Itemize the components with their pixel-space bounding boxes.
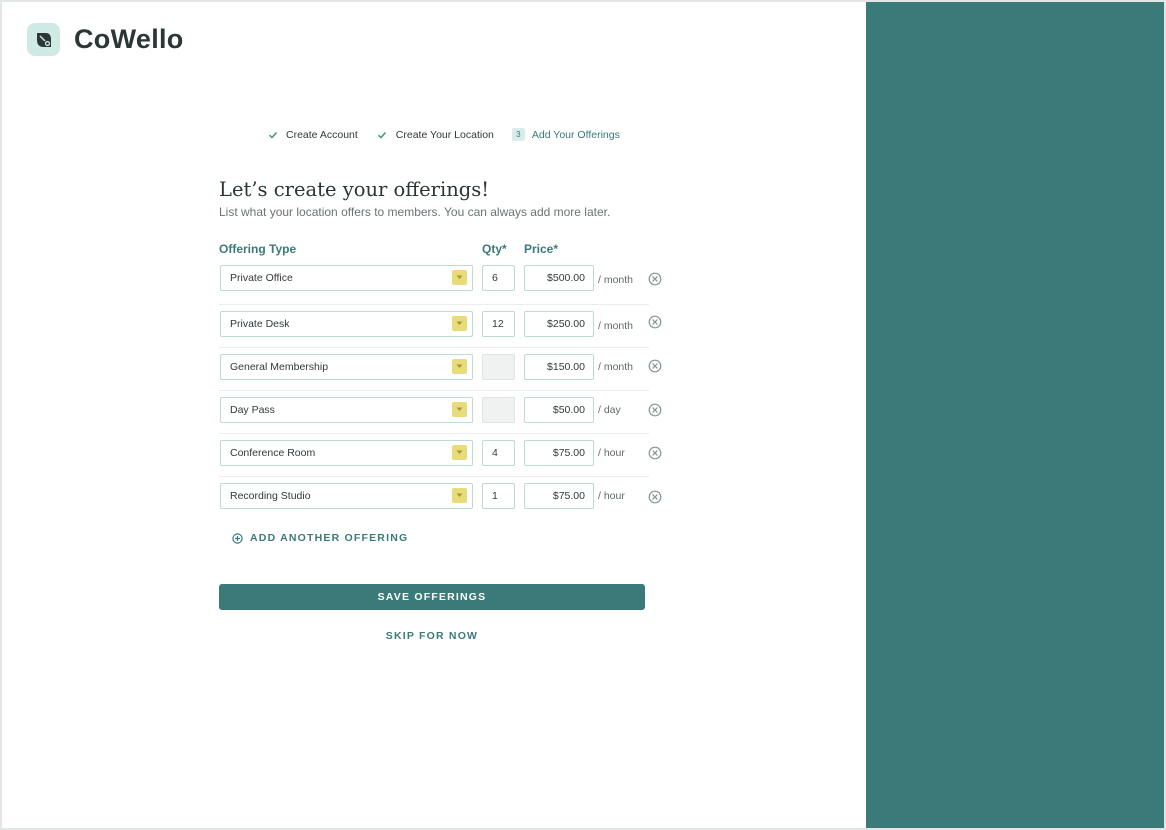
step-add-offerings: 3 Add Your Offerings (511, 128, 620, 141)
offering-row: Private Desk 12 $250.00 / month (219, 305, 662, 348)
offering-type-select[interactable]: Day Pass (220, 397, 473, 423)
step-number-badge: 3 (511, 128, 525, 141)
offering-type-value: Private Office (230, 272, 293, 284)
price-input[interactable]: $75.00 (524, 440, 594, 466)
chevron-down-icon[interactable] (452, 316, 467, 331)
remove-icon[interactable] (648, 490, 662, 504)
plus-circle-icon (232, 532, 243, 544)
offering-row: General Membership $150.00 / month (219, 348, 662, 391)
quantity-input[interactable]: 4 (482, 440, 515, 466)
price-input[interactable]: $75.00 (524, 483, 594, 509)
quantity-input[interactable]: 6 (482, 265, 515, 291)
price-unit: / day (598, 404, 621, 416)
save-offerings-button[interactable]: SAVE OFFERINGS (219, 584, 645, 610)
offering-type-select[interactable]: Recording Studio (220, 483, 473, 509)
skip-for-now-link[interactable]: SKIP FOR NOW (219, 630, 645, 642)
column-header-qty: Qty* (482, 242, 507, 256)
price-input[interactable]: $150.00 (524, 354, 594, 380)
column-header-price: Price* (524, 242, 559, 256)
offering-row: Private Office 6 $500.00 / month (219, 262, 662, 305)
price-unit: / month (598, 361, 634, 373)
offering-type-value: Conference Room (230, 447, 316, 459)
page-subtitle: List what your location offers to member… (219, 205, 611, 219)
remove-icon[interactable] (648, 359, 662, 373)
side-panel (866, 2, 1164, 828)
step-label: Add Your Offerings (531, 128, 620, 141)
brand-logo[interactable]: CoWello (27, 23, 184, 56)
offering-type-value: General Membership (230, 361, 329, 373)
remove-icon[interactable] (648, 403, 662, 417)
quantity-input[interactable]: 12 (482, 311, 515, 337)
price-unit: / hour (598, 447, 625, 459)
progress-steps: Create Account Create Your Location 3 Ad… (266, 128, 638, 141)
page-title: Let’s create your offerings! (219, 178, 490, 201)
price-unit: / month (598, 274, 634, 286)
offering-row: Recording Studio 1 $75.00 / hour (219, 477, 662, 520)
offering-row: Day Pass $50.00 / day (219, 391, 662, 434)
leaf-logo-icon (27, 23, 60, 56)
offering-type-select[interactable]: Conference Room (220, 440, 473, 466)
quantity-input[interactable] (482, 397, 515, 423)
offering-type-value: Recording Studio (230, 490, 311, 502)
step-create-location: Create Your Location (376, 128, 494, 141)
remove-icon[interactable] (648, 272, 662, 286)
check-icon (376, 128, 389, 141)
price-input[interactable]: $500.00 (524, 265, 594, 291)
price-input[interactable]: $250.00 (524, 311, 594, 337)
chevron-down-icon[interactable] (452, 359, 467, 374)
offering-type-select[interactable]: General Membership (220, 354, 473, 380)
chevron-down-icon[interactable] (452, 445, 467, 460)
offering-type-value: Day Pass (230, 404, 275, 416)
chevron-down-icon[interactable] (452, 402, 467, 417)
offering-type-value: Private Desk (230, 318, 290, 330)
remove-icon[interactable] (648, 446, 662, 460)
step-label: Create Account (286, 128, 358, 141)
quantity-input[interactable]: 1 (482, 483, 515, 509)
offering-row: Conference Room 4 $75.00 / hour (219, 434, 662, 477)
brand-name: CoWello (74, 24, 184, 54)
add-another-label: ADD ANOTHER OFFERING (250, 532, 409, 544)
price-input[interactable]: $50.00 (524, 397, 594, 423)
check-icon (266, 128, 279, 141)
column-header-type: Offering Type (219, 242, 297, 256)
add-another-offering-link[interactable]: ADD ANOTHER OFFERING (232, 532, 408, 544)
chevron-down-icon[interactable] (452, 270, 467, 285)
offering-type-select[interactable]: Private Office (220, 265, 473, 291)
price-unit: / hour (598, 490, 625, 502)
step-label: Create Your Location (395, 128, 494, 141)
chevron-down-icon[interactable] (452, 488, 467, 503)
offering-type-select[interactable]: Private Desk (220, 311, 473, 337)
step-create-account: Create Account (266, 128, 358, 141)
quantity-input[interactable] (482, 354, 515, 380)
remove-icon[interactable] (648, 315, 662, 329)
price-unit: / month (598, 320, 634, 332)
